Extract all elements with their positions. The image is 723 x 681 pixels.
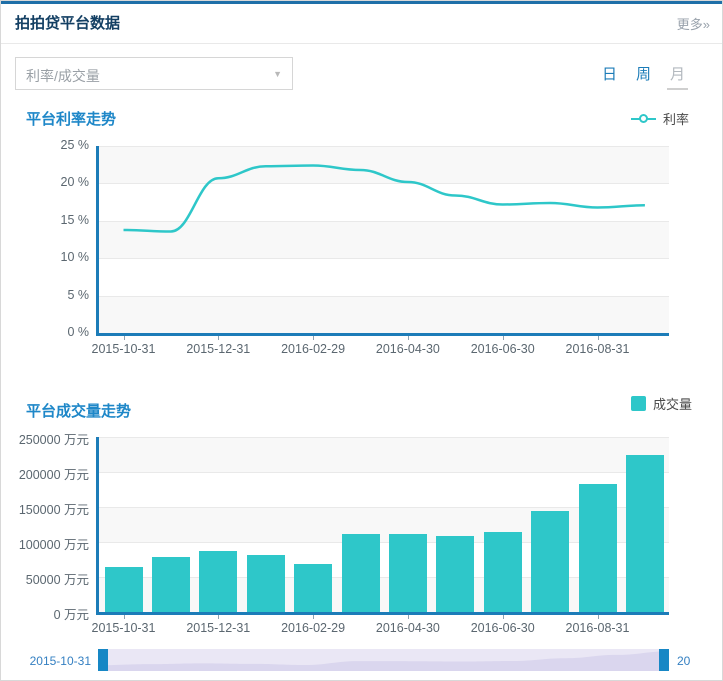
bar	[578, 483, 617, 612]
gridline	[98, 295, 669, 297]
datazoom-end-label: 20	[677, 654, 691, 668]
bar-chart-title: 平台成交量走势	[26, 403, 132, 420]
plot-band	[98, 258, 669, 296]
bar	[246, 555, 285, 612]
axis-tick	[123, 336, 125, 340]
bar-legend-icon	[630, 396, 646, 411]
x-axis-label: 2016-04-30	[375, 342, 440, 356]
datazoom-start-label: 2015-10-31	[29, 654, 91, 668]
datazoom-right-handle[interactable]	[659, 649, 669, 671]
axis-tick	[407, 615, 409, 619]
bar	[294, 564, 333, 612]
bar	[483, 532, 522, 612]
y-axis-label: 50000 万元	[25, 573, 89, 587]
y-axis-label: 250000 万元	[18, 433, 89, 447]
x-axis-label: 2015-10-31	[91, 342, 156, 356]
gridline	[98, 437, 669, 438]
axis-tick	[123, 615, 125, 619]
x-axis-label: 2016-02-29	[281, 621, 346, 635]
axis-tick	[597, 336, 599, 340]
axis-tick	[218, 615, 220, 619]
x-axis-line	[96, 333, 669, 336]
chevron-down-icon: ▼	[273, 69, 282, 79]
bar	[341, 533, 380, 612]
datazoom-left-handle[interactable]	[98, 649, 108, 671]
axis-tick	[502, 336, 504, 340]
y-axis-label: 200000 万元	[18, 468, 89, 482]
axis-tick	[313, 615, 315, 619]
x-axis-label: 2016-04-30	[375, 621, 440, 635]
y-axis-line	[96, 145, 99, 336]
y-axis-label: 10 %	[60, 250, 90, 264]
gridline	[98, 472, 669, 473]
axis-tick	[502, 615, 504, 619]
axis-tick	[218, 336, 220, 340]
bar	[388, 534, 427, 612]
bar	[531, 510, 570, 612]
page-title: 拍拍贷平台数据	[15, 15, 121, 32]
tab-周[interactable]: 周	[633, 63, 654, 88]
y-axis-line	[96, 437, 99, 615]
tab-月[interactable]: 月	[666, 63, 688, 90]
x-axis-label: 2016-02-29	[281, 342, 346, 356]
y-axis-label: 25 %	[60, 137, 90, 152]
x-axis-label: 2016-06-30	[470, 621, 535, 635]
plot-band	[98, 437, 669, 472]
bar	[436, 536, 475, 612]
top-accent-bar	[1, 1, 722, 4]
plot-band	[98, 145, 669, 183]
x-axis-label: 2016-06-30	[470, 342, 535, 356]
y-axis-label: 100000 万元	[18, 538, 89, 552]
tab-日[interactable]: 日	[599, 63, 620, 88]
datazoom-shadow	[98, 651, 669, 671]
axis-tick	[407, 336, 409, 340]
plot-band	[98, 220, 669, 258]
metric-select[interactable]: 利率/成交量 ▼	[15, 57, 293, 90]
axis-tick	[597, 615, 599, 619]
x-axis-label: 2016-08-31	[565, 342, 630, 356]
header-divider	[1, 43, 722, 44]
plot-band	[98, 295, 669, 333]
period-tabs: 日周月	[586, 63, 688, 90]
metric-select-value: 利率/成交量	[26, 68, 100, 84]
y-axis-label: 15 %	[60, 212, 90, 227]
line-chart-legend[interactable]: 利率	[630, 109, 689, 128]
platform-data-panel: 拍拍贷平台数据 更多» 利率/成交量 ▼ 日周月 平台利率走势 利率 平台成交量…	[0, 0, 723, 681]
bar-legend-label: 成交量	[652, 397, 692, 412]
y-axis-label: 5 %	[67, 287, 89, 302]
x-axis-label: 2015-10-31	[91, 621, 156, 635]
more-link[interactable]: 更多»	[677, 14, 710, 33]
gridline	[98, 258, 669, 259]
x-axis-label: 2015-12-31	[186, 621, 251, 635]
gridline	[98, 145, 669, 147]
y-axis-label: 20 %	[60, 175, 90, 189]
x-axis-line	[96, 612, 669, 615]
y-axis-label: 0 %	[67, 325, 89, 339]
x-axis-label: 2016-08-31	[565, 621, 630, 635]
bar	[199, 551, 238, 612]
axis-tick	[313, 336, 315, 340]
y-axis-label: 150000 万元	[18, 503, 89, 517]
line-legend-label: 利率	[662, 112, 689, 127]
gridline	[98, 183, 669, 184]
bar	[104, 566, 143, 612]
gridline	[98, 220, 669, 222]
bar	[625, 454, 664, 612]
x-axis-label: 2015-12-31	[186, 342, 251, 356]
line-legend-icon	[630, 113, 656, 123]
bar-chart-legend[interactable]: 成交量	[630, 394, 692, 413]
datazoom-track[interactable]	[98, 649, 669, 671]
line-chart-title: 平台利率走势	[26, 111, 117, 128]
bar	[151, 557, 190, 612]
plot-band	[98, 183, 669, 221]
